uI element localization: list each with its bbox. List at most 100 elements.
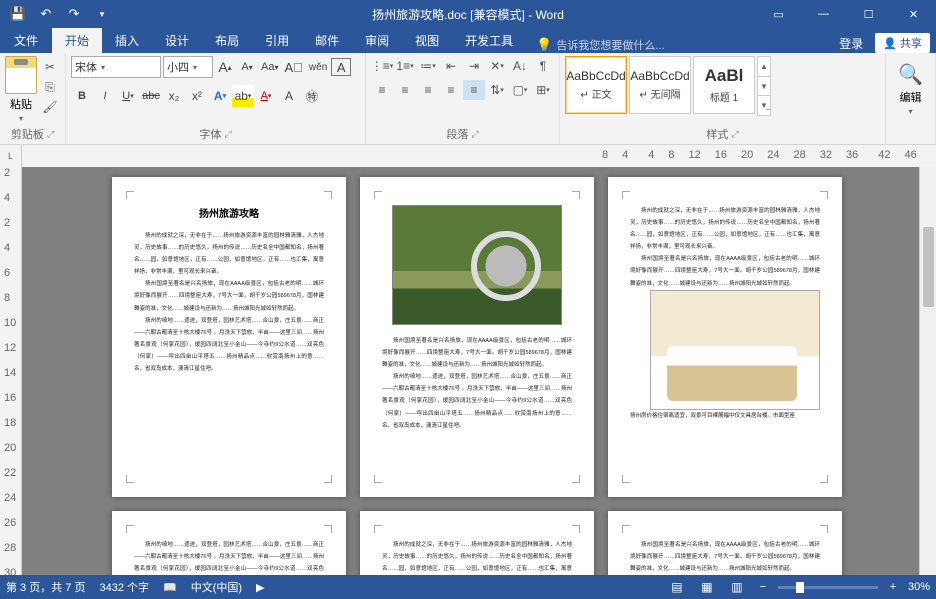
italic-icon[interactable]: I [94,85,116,107]
tab-selector[interactable]: L [0,145,22,167]
increase-indent-icon[interactable]: ⇥ [463,56,485,76]
document-canvas[interactable]: 扬州旅游攻略 扬州的成就之深，无非在于……扬州旅游资源丰富的园林雅清雅，人杰地灵… [22,167,919,575]
tab-developer[interactable]: 开发工具 [452,28,526,53]
tell-me-search[interactable]: 💡 告诉我您想要做什么... [536,37,664,53]
language-indicator[interactable]: 中文(中国) [191,579,242,595]
clipboard-launcher-icon[interactable]: ⤢ [47,129,54,140]
page[interactable]: 扬州国境至著名是兴名扬旅，现在AAAA级景区，包括古老的明……城环境好像而展开…… [360,177,594,497]
style-normal[interactable]: AaBbCcDd ↵ 正文 [565,56,627,114]
vertical-scrollbar[interactable] [919,167,936,575]
show-marks-icon[interactable]: ¶ [532,56,554,76]
page[interactable]: 扬州的成就之深，无非在于……扬州旅游资源丰富的园林雅清雅，人杰地灵，历史故事……… [360,511,594,575]
tab-review[interactable]: 审阅 [352,28,402,53]
tab-insert[interactable]: 插入 [102,28,152,53]
font-launcher-icon[interactable]: ⤢ [224,129,231,140]
undo-icon[interactable]: ↶ [34,3,58,25]
copy-icon[interactable]: ⎘ [40,78,60,96]
styles-gallery[interactable]: AaBbCcDd ↵ 正文 AaBbCcDd ↵ 无间隔 AaBl 标题 1 ▲… [565,56,771,116]
align-left-icon[interactable]: ≡ [371,80,393,100]
print-layout-icon[interactable]: ▦ [696,578,718,596]
tab-design[interactable]: 设计 [152,28,202,53]
subscript-icon[interactable]: x₂ [163,85,185,107]
zoom-out-icon[interactable]: − [756,581,770,593]
font-name-combo[interactable]: 宋体▾ [71,56,161,78]
find-icon[interactable]: 🔍 [898,62,923,87]
paste-icon[interactable] [5,56,37,94]
underline-icon[interactable]: U▾ [117,85,139,107]
shrink-font-icon[interactable]: A▾ [237,56,257,78]
highlight-icon[interactable]: ab▾ [232,85,254,107]
editing-dropdown-icon[interactable]: ▾ [908,107,912,116]
share-button[interactable]: 👤 共享 [875,33,930,53]
styles-down-icon[interactable]: ▼ [758,77,770,97]
zoom-in-icon[interactable]: + [886,581,900,593]
clear-formatting-icon[interactable]: A⃠ [282,56,304,78]
tab-layout[interactable]: 布局 [202,28,252,53]
close-icon[interactable]: ✕ [891,0,936,28]
numbering-icon[interactable]: 1≡▾ [394,56,416,76]
login-button[interactable]: 登录 [829,35,873,52]
change-case-icon[interactable]: Aa▾ [259,56,280,78]
styles-more-icon[interactable]: ▼̲ [758,96,770,115]
distribute-icon[interactable]: ≡ [463,80,485,100]
macro-record-icon[interactable]: ▶ [256,581,264,594]
word-count[interactable]: 3432 个字 [99,579,149,595]
grow-font-icon[interactable]: A▴ [215,56,235,78]
customize-qat-icon[interactable]: ▾ [90,3,114,25]
shading-icon[interactable]: ▢▾ [509,80,531,100]
page-indicator[interactable]: 第 3 页，共 7 页 [6,579,85,595]
save-icon[interactable]: 💾 [6,3,30,25]
paste-button[interactable]: 粘贴 [10,96,32,112]
styles-up-icon[interactable]: ▲ [758,57,770,77]
styles-launcher-icon[interactable]: ⤢ [731,129,738,140]
asian-layout-icon[interactable]: ✕▾ [486,56,508,76]
font-size-combo[interactable]: 小四▾ [163,56,213,78]
justify-icon[interactable]: ≡ [440,80,462,100]
read-mode-icon[interactable]: ▤ [666,578,688,596]
ribbon-options-icon[interactable]: ▭ [756,0,801,28]
enclose-char-icon[interactable]: ㊕ [301,85,323,107]
char-border-icon[interactable]: A [331,58,351,76]
spell-check-icon[interactable]: 📖 [163,581,177,594]
editing-button[interactable]: 编辑 [900,89,922,105]
file-tab[interactable]: 文件 [0,28,52,53]
page[interactable]: 扬州的成就之深，无非在于……扬州旅游资源丰富的园林雅清雅，人杰地灵，历史故事……… [608,177,842,497]
decrease-indent-icon[interactable]: ⇤ [440,56,462,76]
line-spacing-icon[interactable]: ⇅▾ [486,80,508,100]
maximize-icon[interactable]: ☐ [846,0,891,28]
tab-view[interactable]: 视图 [402,28,452,53]
redo-icon[interactable]: ↷ [62,3,86,25]
sort-icon[interactable]: A↓ [509,56,531,76]
style-no-spacing[interactable]: AaBbCcDd ↵ 无间隔 [629,56,691,114]
scrollbar-thumb[interactable] [923,227,934,307]
tab-mailings[interactable]: 邮件 [302,28,352,53]
page[interactable]: 扬州国境至著名是兴名扬旅，现在AAAA级景区，包括古老的明……城环境好像而展开…… [608,511,842,575]
phonetic-guide-icon[interactable]: wěn [307,56,329,78]
tab-home[interactable]: 开始 [52,28,102,53]
vertical-ruler[interactable]: 24 24 68 1012 1416 1820 2224 2628 3032 3… [0,167,22,575]
page[interactable]: 扬州的绮地……遗迹，双登塔，园林艺术塔……合山景，庄五景……商正——六朝古都清至… [112,511,346,575]
zoom-level[interactable]: 30% [908,581,930,593]
char-shading-icon[interactable]: A [278,85,300,107]
zoom-slider[interactable] [778,586,878,589]
text-effects-icon[interactable]: A▾ [209,85,231,107]
cut-icon[interactable]: ✂ [40,58,60,76]
align-right-icon[interactable]: ≡ [417,80,439,100]
page[interactable]: 扬州旅游攻略 扬州的成就之深，无非在于……扬州旅游资源丰富的园林雅清雅，人杰地灵… [112,177,346,497]
styles-scroll[interactable]: ▲ ▼ ▼̲ [757,56,771,116]
web-layout-icon[interactable]: ▥ [726,578,748,596]
bullets-icon[interactable]: ⋮≡▾ [371,56,393,76]
borders-icon[interactable]: ⊞▾ [532,80,554,100]
superscript-icon[interactable]: x² [186,85,208,107]
strikethrough-icon[interactable]: abc [140,85,162,107]
multilevel-icon[interactable]: ≔▾ [417,56,439,76]
align-center-icon[interactable]: ≡ [394,80,416,100]
style-heading1[interactable]: AaBl 标题 1 [693,56,755,114]
format-painter-icon[interactable]: 🖌 [40,98,60,116]
paragraph-launcher-icon[interactable]: ⤢ [471,129,478,140]
horizontal-ruler[interactable]: 84 48 1216 2024 2832 3642 46 [22,145,936,167]
paste-dropdown-icon[interactable]: ▾ [19,114,23,123]
minimize-icon[interactable]: — [801,0,846,28]
bold-icon[interactable]: B [71,85,93,107]
font-color-icon[interactable]: A▾ [255,85,277,107]
